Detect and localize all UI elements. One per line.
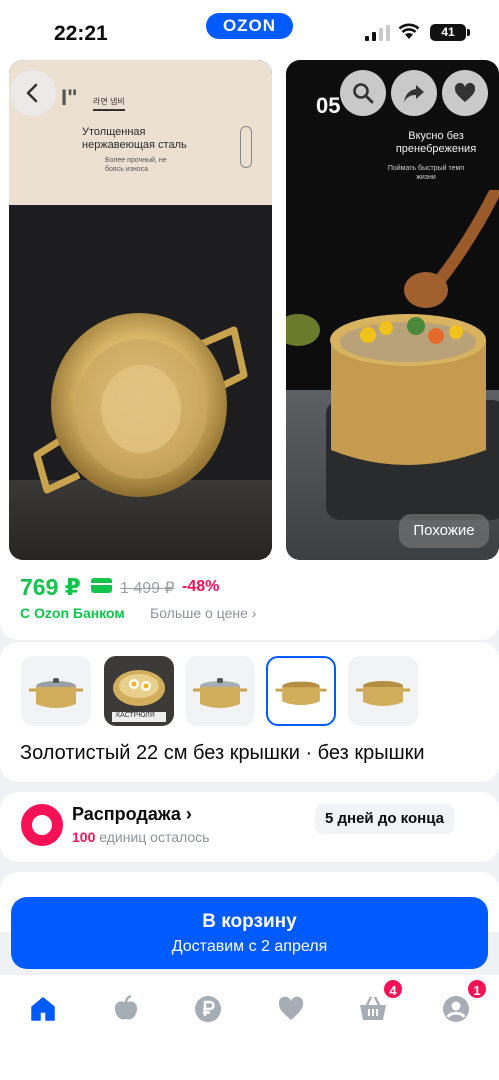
sale-banner[interactable]: Распродажа › 100 единиц осталось 5 дней …: [0, 792, 499, 862]
heart-icon: [278, 996, 304, 1020]
share-button[interactable]: [391, 70, 437, 116]
home-icon: [31, 997, 55, 1021]
photo-2-caption-title: Вкусно без пренебрежения: [395, 130, 477, 155]
delivery-date-label: Доставим с 2 апреля: [171, 938, 328, 955]
brand-mark: Ӏ": [61, 85, 78, 110]
status-time: 22:21: [54, 22, 108, 45]
add-to-cart-button[interactable]: В корзину Доставим с 2 апреля: [11, 897, 488, 969]
sale-units-count: 100: [72, 829, 96, 845]
decorative-pill: [240, 126, 252, 168]
korean-label: 라면 냄비: [93, 96, 125, 111]
price-block: 769 ₽ 1 499 ₽ -48% С Ozon Банком Больше …: [0, 560, 499, 640]
more-about-price-link[interactable]: Больше о цене ›: [150, 605, 256, 621]
tab-home[interactable]: [23, 989, 63, 1029]
photo-1-caption-sub: Более прочный, не боясь износа: [105, 157, 167, 173]
old-price: 1 499 ₽: [120, 580, 175, 597]
battery-nub: [467, 29, 470, 36]
ozon-bank-label: С Ozon Банком: [20, 605, 125, 621]
tab-fresh[interactable]: [106, 989, 146, 1029]
profile-icon: [443, 996, 469, 1022]
variant-thumb-3[interactable]: [185, 656, 255, 726]
back-button[interactable]: [10, 70, 56, 116]
pot-with-lid-icon: [29, 678, 83, 708]
battery-indicator: 41: [430, 24, 466, 41]
search-button[interactable]: [340, 70, 386, 116]
chevron-left-icon: [26, 83, 38, 103]
pot-with-lid-icon: [193, 678, 247, 708]
photo-1-caption-title: Утолщенная нержавеющая сталь: [82, 126, 187, 151]
selected-variant-name: Золотистый 22 см без крышки · без крышки: [20, 742, 425, 764]
pot-without-lid-icon: [275, 681, 327, 706]
variant-selector: КАСТРЮЛЯ Золотистый 22 см без крышки · б…: [0, 642, 499, 782]
sale-title: Распродажа ›: [72, 804, 192, 824]
discount-badge: -48%: [182, 578, 220, 595]
tab-finance[interactable]: [188, 989, 228, 1029]
bottom-tab-bar: 4 1: [0, 975, 499, 1080]
bank-card-icon: [91, 578, 112, 593]
ozon-logo: OZON: [206, 13, 293, 39]
photo-number: 05: [316, 93, 341, 118]
sale-ring-icon: [21, 804, 63, 846]
cellular-signal-icon: [365, 25, 390, 41]
profile-badge: 1: [466, 978, 488, 1000]
variant-thumb-1[interactable]: [21, 656, 91, 726]
add-to-cart-label: В корзину: [202, 911, 297, 932]
search-icon: [353, 83, 374, 104]
favorite-button[interactable]: [442, 70, 488, 116]
photo-2-caption-sub: Поймать быстрый темп жизни: [387, 165, 465, 181]
basket-icon: [360, 996, 386, 1020]
gold-pot-illustration: [33, 313, 248, 497]
tab-favorites[interactable]: [271, 989, 311, 1029]
apple-icon: [114, 994, 138, 1020]
thumb-caption: КАСТРЮЛЯ: [116, 712, 155, 719]
variant-thumb-4-selected[interactable]: [266, 656, 336, 726]
variant-thumb-2[interactable]: КАСТРЮЛЯ: [104, 656, 174, 726]
product-gallery[interactable]: Ӏ" 라면 냄비 Утолщенная нержавеющая сталь Бо…: [0, 60, 499, 560]
current-price: 769 ₽: [20, 574, 81, 600]
sale-units-left: 100 единиц осталось: [72, 829, 209, 845]
similar-button[interactable]: Похожие: [399, 514, 489, 548]
status-bar: 22:21 OZON 41: [0, 0, 499, 60]
ruble-icon: [195, 996, 221, 1022]
variant-thumb-5[interactable]: [348, 656, 418, 726]
product-photo-1[interactable]: Ӏ" 라면 냄비 Утолщенная нержавеющая сталь Бо…: [9, 60, 272, 560]
sale-days-left: 5 дней до конца: [315, 804, 454, 834]
pot-without-lid-icon: [356, 681, 410, 706]
sale-units-text: единиц осталось: [95, 829, 210, 845]
heart-icon: [454, 82, 476, 102]
wifi-icon: [398, 23, 420, 39]
product-photo-2[interactable]: 05 Вкусно без пренебрежения Поймать быст…: [286, 60, 499, 560]
soup-pot-illustration: [286, 190, 499, 465]
share-arrow-icon: [404, 85, 424, 102]
cart-badge: 4: [382, 978, 404, 1000]
